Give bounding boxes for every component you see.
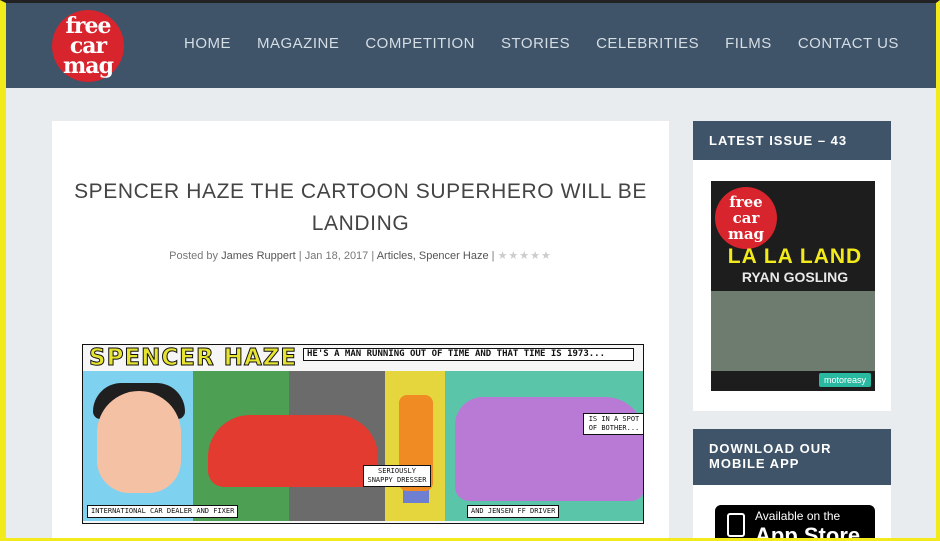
- widget-heading: DOWNLOAD OUR MOBILE APP: [693, 429, 891, 485]
- cover-logo-line: free: [729, 193, 763, 211]
- nav-item-magazine[interactable]: MAGAZINE: [257, 35, 339, 52]
- comic-caption: He's a man running out of time and that …: [303, 348, 634, 361]
- main-nav: HOME MAGAZINE COMPETITION STORIES CELEBR…: [184, 35, 925, 52]
- phone-icon: [727, 513, 745, 537]
- cover-logo: free car mag: [715, 187, 777, 249]
- page-frame: free car mag HOME MAGAZINE COMPETITION S…: [0, 0, 940, 541]
- posted-by-label: Posted by: [169, 250, 219, 262]
- nav-item-contact-us[interactable]: CONTACT US: [798, 35, 899, 52]
- app-widget: DOWNLOAD OUR MOBILE APP Available on the…: [693, 429, 891, 541]
- category-links[interactable]: Articles, Spencer Haze: [377, 250, 489, 262]
- comic-caption: SERIOUSLY SNAPPY DRESSER: [363, 465, 431, 487]
- cover-badge: motoreasy: [818, 373, 871, 387]
- comic-red-car: [208, 415, 378, 487]
- rating-stars: ★★★★★: [497, 250, 552, 262]
- comic-caption: AND JENSEN FF DRIVER: [467, 505, 560, 518]
- comic-image: SPENCER HAZE He's a man running out of t…: [82, 344, 644, 524]
- article-title: SPENCER HAZE THE CARTOON SUPERHERO WILL …: [74, 180, 647, 235]
- cover-logo-line: mag: [727, 225, 765, 243]
- nav-item-home[interactable]: HOME: [184, 35, 231, 52]
- author-link[interactable]: James Ruppert: [221, 250, 296, 262]
- widget-heading: LATEST ISSUE – 43: [693, 121, 891, 160]
- site-header: free car mag HOME MAGAZINE COMPETITION S…: [6, 3, 936, 88]
- nav-item-celebrities[interactable]: CELEBRITIES: [596, 35, 699, 52]
- cover-photo: [711, 291, 875, 371]
- app-badge-small: Available on the: [755, 509, 841, 523]
- cover-headline: LA LA LAND: [727, 245, 863, 268]
- nav-item-films[interactable]: FILMS: [725, 35, 772, 52]
- comic-caption: IS IN A SPOT OF BOTHER...: [583, 413, 643, 435]
- site-logo[interactable]: free car mag: [52, 10, 124, 82]
- nav-item-competition[interactable]: COMPETITION: [365, 35, 475, 52]
- article-card: SPENCER HAZE THE CARTOON SUPERHERO WILL …: [52, 121, 669, 538]
- comic-caption: INTERNATIONAL CAR DEALER AND FIXER: [87, 505, 239, 518]
- latest-issue-widget: LATEST ISSUE – 43 free car mag LA LA LAN…: [693, 121, 891, 411]
- comic-face: [97, 391, 181, 493]
- comic-title: SPENCER HAZE: [88, 345, 298, 372]
- app-badge-big: App Store: [755, 523, 861, 541]
- magazine-cover[interactable]: free car mag LA LA LAND RYAN GOSLING mot…: [711, 181, 875, 391]
- logo-line: mag: [63, 53, 114, 79]
- cover-logo-line: car: [732, 209, 760, 227]
- article-date: Jan 18, 2017: [304, 250, 369, 262]
- cover-subline: RYAN GOSLING: [741, 269, 849, 285]
- article-meta: Posted by James Ruppert | Jan 18, 2017 |…: [52, 249, 669, 262]
- nav-item-stories[interactable]: STORIES: [501, 35, 570, 52]
- app-store-button[interactable]: Available on the App Store: [715, 505, 875, 541]
